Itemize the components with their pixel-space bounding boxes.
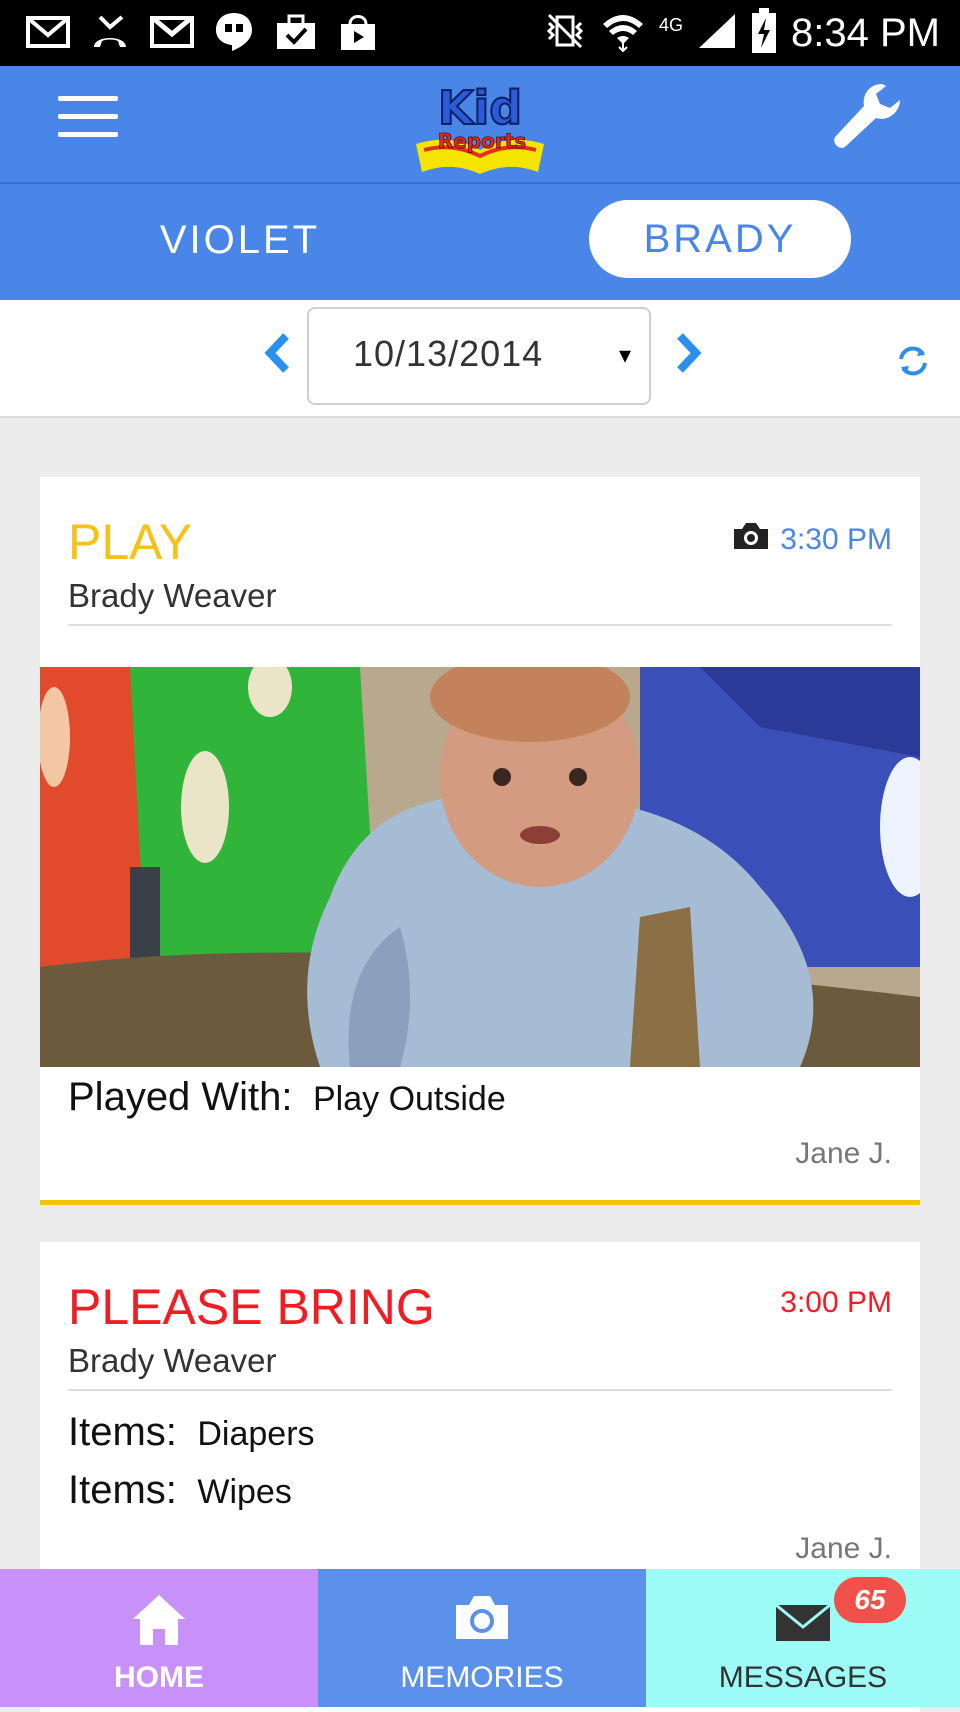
date-bar: 10/13/2014 ▾ bbox=[0, 300, 960, 418]
status-bar: 4G 8:34 PM bbox=[0, 0, 960, 66]
mail-icon bbox=[26, 12, 70, 52]
app-bar: Kid Reports bbox=[0, 66, 960, 182]
shopping-bag-icon bbox=[336, 12, 380, 52]
report-category: PLAY bbox=[68, 514, 193, 570]
wifi-icon bbox=[601, 10, 645, 56]
report-staff: Jane J. bbox=[795, 1532, 892, 1565]
camera-icon bbox=[453, 1593, 511, 1645]
briefcase-icon bbox=[274, 12, 318, 52]
nav-messages[interactable]: 65 MESSAGES bbox=[646, 1569, 960, 1707]
nav-memories-label: MEMORIES bbox=[400, 1661, 564, 1694]
missed-call-icon bbox=[88, 12, 132, 52]
system-status: 4G 8:34 PM bbox=[543, 8, 940, 58]
hamburger-menu-icon[interactable] bbox=[58, 96, 118, 146]
child-selector: VIOLET BRADY bbox=[0, 184, 960, 300]
report-staff: Jane J. bbox=[795, 1137, 892, 1170]
chevron-left-icon[interactable] bbox=[258, 328, 298, 378]
report-card-play[interactable]: PLAY 3:30 PM Brady Weaver Played With: P… bbox=[40, 477, 920, 1205]
logo-text-reports: Reports bbox=[438, 129, 526, 153]
signal-icon bbox=[697, 12, 737, 54]
report-field-value: Diapers bbox=[197, 1415, 315, 1453]
vibrate-icon bbox=[543, 11, 587, 55]
battery-charging-icon bbox=[751, 8, 777, 58]
nav-home[interactable]: HOME bbox=[0, 1569, 318, 1707]
report-time-value: 3:00 PM bbox=[780, 1286, 892, 1319]
report-time: 3:30 PM bbox=[732, 521, 892, 559]
child-tab-brady[interactable]: BRADY bbox=[589, 200, 851, 278]
report-field: Items: Wipes bbox=[68, 1468, 292, 1513]
report-field-label: Items: bbox=[68, 1410, 177, 1454]
bottom-nav: HOME MEMORIES 65 MESSAGES bbox=[0, 1569, 960, 1707]
report-divider bbox=[68, 1389, 892, 1391]
hangouts-icon bbox=[212, 12, 256, 52]
envelope-icon bbox=[774, 1603, 832, 1647]
report-field-label: Played With: bbox=[68, 1075, 293, 1119]
report-category: PLEASE BRING bbox=[68, 1279, 435, 1335]
report-field: Items: Diapers bbox=[68, 1410, 315, 1455]
chevron-down-icon: ▾ bbox=[618, 341, 631, 369]
network-type-4g: 4G bbox=[659, 14, 684, 35]
chevron-right-icon[interactable] bbox=[668, 328, 708, 378]
nav-messages-label: MESSAGES bbox=[718, 1661, 888, 1694]
date-select[interactable]: 10/13/2014 ▾ bbox=[307, 307, 651, 405]
report-field-value: Wipes bbox=[197, 1473, 292, 1511]
report-child-name: Brady Weaver bbox=[68, 577, 277, 614]
refresh-icon[interactable] bbox=[896, 344, 930, 378]
report-field-label: Items: bbox=[68, 1468, 177, 1512]
kidreports-logo: Kid Reports bbox=[412, 78, 548, 174]
camera-icon bbox=[732, 521, 770, 559]
wrench-icon[interactable] bbox=[826, 78, 916, 168]
nav-home-label: HOME bbox=[114, 1661, 204, 1694]
clock: 8:34 PM bbox=[791, 10, 940, 55]
report-photo[interactable] bbox=[40, 667, 920, 1067]
messages-badge: 65 bbox=[834, 1577, 906, 1623]
gmail-icon bbox=[150, 12, 194, 52]
child-tab-violet[interactable]: VIOLET bbox=[120, 218, 360, 263]
report-field: Played With: Play Outside bbox=[68, 1075, 506, 1120]
report-divider bbox=[68, 624, 892, 626]
report-field-value: Play Outside bbox=[312, 1080, 506, 1118]
logo-text-kid: Kid bbox=[438, 81, 522, 135]
report-time-value: 3:30 PM bbox=[780, 523, 892, 556]
home-icon bbox=[131, 1593, 187, 1651]
date-value: 10/13/2014 bbox=[353, 333, 544, 374]
nav-memories[interactable]: MEMORIES bbox=[318, 1569, 646, 1707]
notification-icons bbox=[26, 12, 380, 52]
report-child-name: Brady Weaver bbox=[68, 1342, 277, 1379]
report-time: 3:00 PM bbox=[780, 1286, 892, 1320]
